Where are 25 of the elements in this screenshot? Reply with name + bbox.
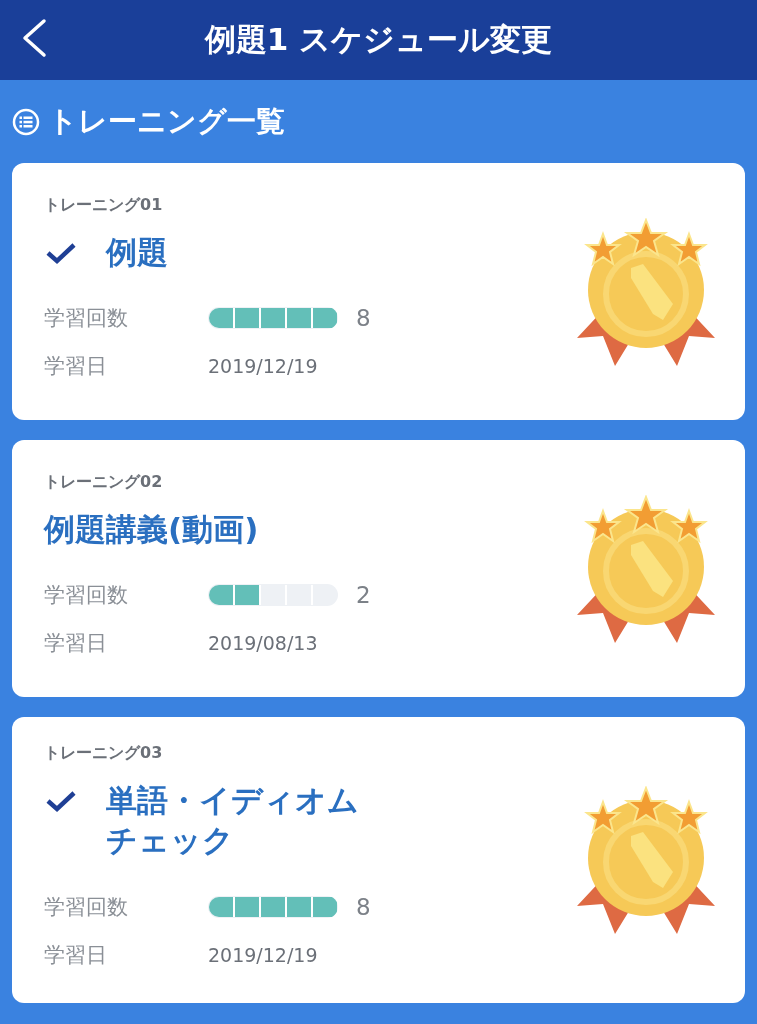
section-title: トレーニング一覧 [48,102,285,140]
count-label: 学習回数 [44,305,129,333]
date-label: 学習日 [44,941,108,969]
list-icon [12,107,40,136]
training-number: トレーニング02 [44,471,164,493]
study-count: 2 [356,582,371,609]
training-number: トレーニング03 [44,743,164,764]
study-count: 8 [356,305,371,332]
study-date: 2019/12/19 [208,943,318,966]
count-label: 学習回数 [44,893,129,921]
training-number: トレーニング01 [44,194,164,216]
date-label: 学習日 [44,353,108,381]
study-count: 8 [356,893,371,920]
screen-title: 例題1 スケジュール変更 [204,20,553,59]
count-label: 学習回数 [44,582,129,610]
date-label: 学習日 [44,630,108,658]
training-title: 単語・イディオム [106,781,359,820]
training-title: 例題 [106,232,168,272]
training-card[interactable]: トレーニング01 例題 学習回数 8 学習日 2019/12/19 [12,163,745,420]
study-date: 2019/08/13 [208,632,318,655]
study-date: 2019/12/19 [208,355,318,378]
training-title: 例題講義(動画) [44,509,259,549]
training-card[interactable]: トレーニング02 例題講義(動画) 学習回数 2 学習日 2019/08/13 [12,440,745,697]
training-title: チェック [106,821,234,861]
training-card[interactable]: トレーニング03 単語・イディオム チェック 学習回数 8 学習日 2019/12/19 [12,717,745,1003]
